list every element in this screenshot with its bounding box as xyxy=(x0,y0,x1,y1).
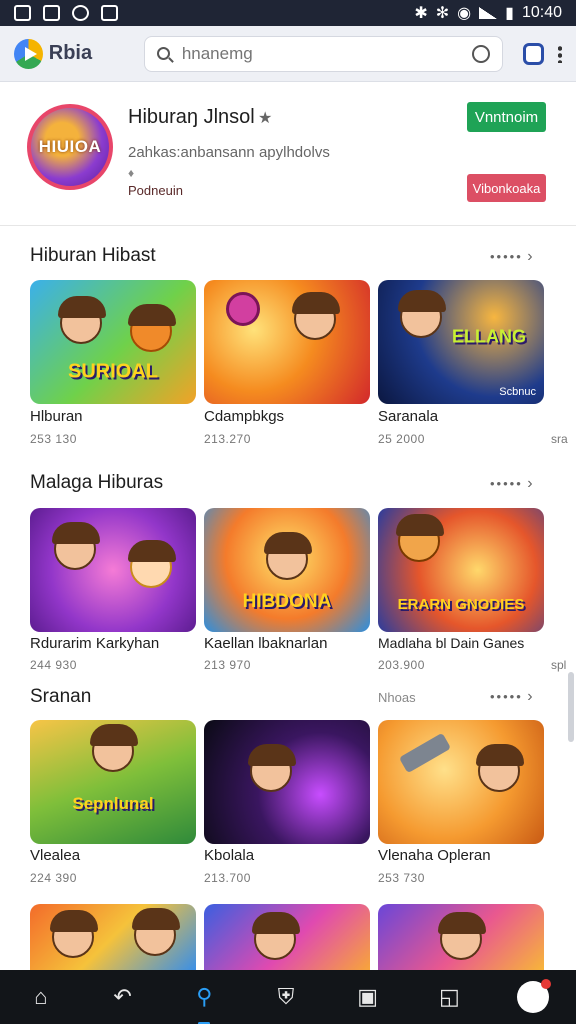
tile-downloads: 224 390 xyxy=(30,871,77,885)
tile-downloads: 213 970 xyxy=(204,658,251,672)
game-tile[interactable]: SURIOAL xyxy=(30,280,196,404)
featured-app-title: Hiburaŋ Jlnsol xyxy=(128,106,255,128)
tile-title: Vlealea xyxy=(30,847,81,864)
section-title: Sranan xyxy=(30,686,92,707)
tile-title: Saranala xyxy=(378,408,439,425)
game-tile[interactable]: Sepnlunal xyxy=(30,720,196,844)
section-title: Malaga Hiburas xyxy=(30,472,164,493)
scrollbar[interactable] xyxy=(568,672,574,742)
avatar[interactable] xyxy=(517,979,552,1013)
game-tile[interactable]: ERARN GNODIES xyxy=(378,508,544,632)
tile-title: Kbolala xyxy=(204,847,255,864)
signal-icon xyxy=(479,7,498,19)
tile-downloads: 213.700 xyxy=(204,871,251,885)
star-icon: ★ xyxy=(258,110,273,127)
tile-downloads: 253 130 xyxy=(30,432,77,446)
status-bar: ✱ ✻ ◉ ▮ 10:40 xyxy=(0,0,576,26)
search-nav-icon[interactable]: ⚲ xyxy=(190,983,218,1024)
game-tile[interactable]: ELLANG Scbnuc xyxy=(378,280,544,404)
tile-downloads: 213.270 xyxy=(204,432,251,446)
bluetooth-icon: ✱ xyxy=(414,5,428,22)
section-label: Nhoas xyxy=(378,690,416,705)
account-icon[interactable] xyxy=(522,42,545,65)
tile-title: Rdurarim Karkyhan xyxy=(30,635,160,652)
notification-icon xyxy=(14,5,31,21)
tile-downloads: spl xyxy=(551,658,567,672)
section-title: Hiburan Hibast xyxy=(30,245,156,266)
tile-downloads: 244 930 xyxy=(30,658,77,672)
voice-search-icon[interactable] xyxy=(471,44,490,63)
tile-title: Madlaha bl Dain Ganes xyxy=(378,635,525,651)
game-tile[interactable] xyxy=(204,280,370,404)
game-tile[interactable] xyxy=(204,720,370,844)
app-name: Rbia xyxy=(48,42,93,64)
tile-downloads: sra xyxy=(551,432,568,446)
install-button[interactable]: Vnntnoim xyxy=(467,102,546,132)
featured-app-developer: Podneuin xyxy=(128,183,183,198)
featured-app-description: 2ahkas:anbansann apylhdolvs xyxy=(128,144,330,161)
secondary-action-button[interactable]: Vibonkoaka xyxy=(467,174,546,202)
shield-icon[interactable]: ⛨ xyxy=(272,983,300,1011)
home-icon[interactable]: ⌂ xyxy=(27,983,55,1011)
lollipop-icon xyxy=(226,292,260,326)
tile-title: Cdampbkgs xyxy=(204,408,285,425)
puzzle-icon: ♦ xyxy=(128,166,135,180)
box-icon[interactable]: ◱ xyxy=(435,983,463,1011)
see-more-link[interactable]: ••••• xyxy=(490,475,533,493)
more-options-icon[interactable] xyxy=(558,44,562,63)
wifi-icon: ◉ xyxy=(457,5,472,22)
featured-app-card[interactable]: HIUIOA Hiburaŋ Jlnsol ★ 2ahkas:anbansann… xyxy=(0,82,576,226)
game-tile[interactable] xyxy=(30,904,196,970)
notification-icon xyxy=(43,5,60,21)
tile-downloads: 25 2000 xyxy=(378,432,425,446)
notification-icon xyxy=(72,5,89,21)
game-tile[interactable] xyxy=(204,904,370,970)
tile-downloads: 253 730 xyxy=(378,871,425,885)
search-bar[interactable] xyxy=(143,35,503,72)
status-time: 10:40 xyxy=(521,4,562,21)
bottom-navigation: ⌂ ↶ ⚲ ⛨ ▣ ◱ xyxy=(0,970,576,1024)
battery-icon: ▮ xyxy=(505,5,514,22)
back-icon[interactable]: ↶ xyxy=(109,983,137,1011)
tile-title: Vlenaha Opleran xyxy=(378,847,491,864)
app-logo-icon[interactable] xyxy=(14,38,43,69)
notification-icon xyxy=(101,5,118,21)
tile-title: Kaellan lbaknarlan xyxy=(204,635,328,652)
see-more-link[interactable]: ••••• xyxy=(490,688,533,706)
photo-icon[interactable]: ▣ xyxy=(354,983,382,1011)
top-bar: Rbia xyxy=(0,26,576,82)
search-icon xyxy=(156,47,170,60)
vibrate-icon: ✻ xyxy=(435,5,450,22)
featured-app-icon[interactable]: HIUIOA xyxy=(27,104,113,190)
tile-downloads: 203.900 xyxy=(378,658,425,672)
search-input[interactable] xyxy=(181,43,472,64)
game-tile[interactable]: HIBDONA xyxy=(204,508,370,632)
see-more-link[interactable]: ••••• xyxy=(490,248,533,266)
game-tile[interactable] xyxy=(378,904,544,970)
tile-title: Hlburan xyxy=(30,408,83,425)
game-tile[interactable] xyxy=(378,720,544,844)
game-tile[interactable] xyxy=(30,508,196,632)
